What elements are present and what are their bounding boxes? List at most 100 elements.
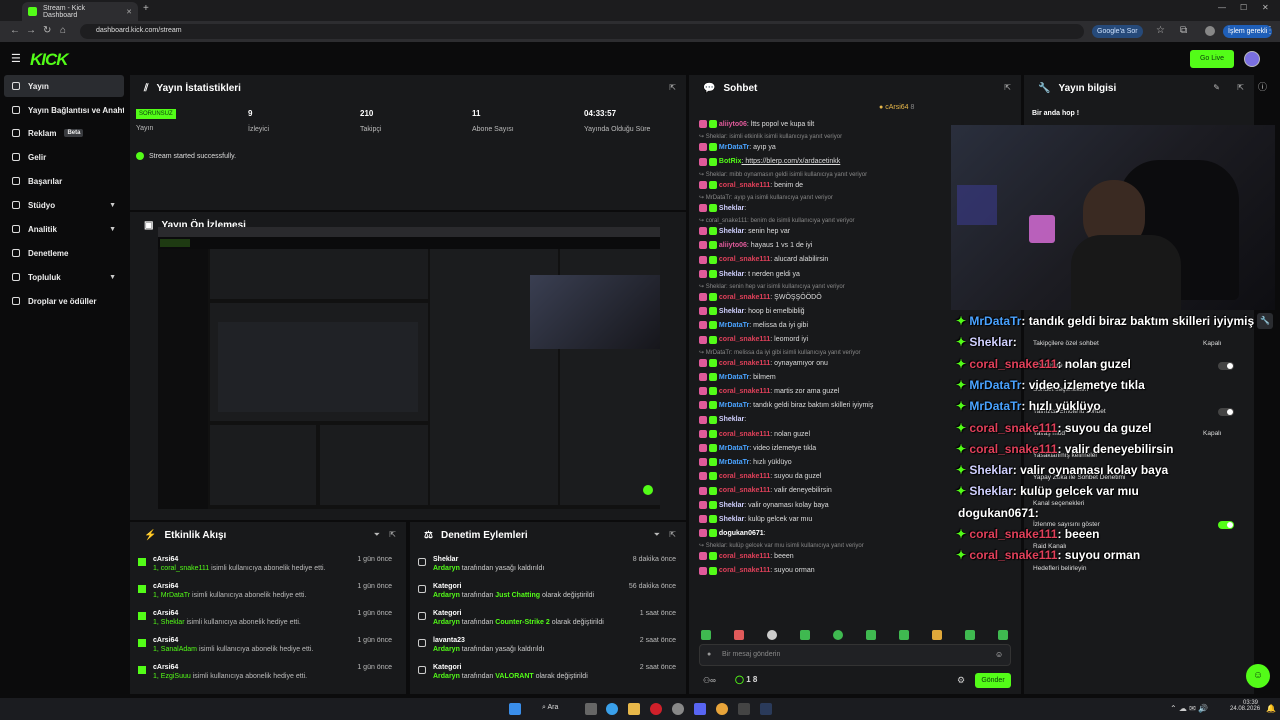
sidebar-item-revenue[interactable]: Gelir [4,146,124,168]
taskview-icon[interactable] [585,703,597,715]
chat-username[interactable]: coral_snake111 [719,388,770,395]
go-live-button[interactable]: Go Live [1190,50,1234,68]
emote-only-toggle[interactable] [1218,408,1234,416]
wrench-tool-icon[interactable]: 🔧 [1257,313,1273,329]
chat-username[interactable]: dogukan0671 [719,530,764,537]
new-tab-icon[interactable]: + [143,3,149,14]
chat-username[interactable]: coral_snake111 [719,336,770,343]
folder-icon[interactable] [628,703,640,715]
emote-icon[interactable] [965,630,975,640]
chat-username[interactable]: aliiyto06 [719,121,747,128]
emote-icon[interactable] [932,630,942,640]
popout-icon[interactable]: ⇱ [1004,83,1011,92]
reload-icon[interactable]: ↻ [43,25,51,37]
chat-username[interactable]: coral_snake111 [719,256,770,263]
extensions-icon[interactable]: ⧉ [1180,25,1187,37]
chat-username[interactable]: MrDataTr [719,445,749,452]
clock[interactable]: 03:39 24.08.2026 [1230,700,1260,712]
filter-icon[interactable]: ⏷ [374,530,380,540]
discord-icon[interactable] [694,703,706,715]
chat-username[interactable]: Sheklar [719,516,744,523]
setting-value[interactable]: Kapalı [1203,340,1221,347]
close-tab-icon[interactable]: ✕ [126,8,132,16]
sidebar-item-drops[interactable]: Droplar ve ödüller [4,290,124,312]
chat-username[interactable]: MrDataTr [719,402,749,409]
chat-username[interactable]: coral_snake111 [719,567,770,574]
avatar[interactable] [1244,51,1260,67]
popout-icon[interactable]: ⇱ [669,530,676,539]
sidebar-item-ads[interactable]: Reklam Beta [4,122,124,144]
chat-username[interactable]: Sheklar [719,228,744,235]
chat-username[interactable]: coral_snake111 [719,431,770,438]
steam-icon[interactable] [760,703,772,715]
chat-username[interactable]: Sheklar [719,502,744,509]
maximize-icon[interactable]: ☐ [1240,3,1247,12]
chat-username[interactable]: Sheklar [719,271,744,278]
minimize-icon[interactable]: — [1218,3,1226,12]
sidebar-item-moderation[interactable]: Denetleme [4,242,124,264]
sidebar-item-community[interactable]: Topluluk ▼ [4,266,124,288]
ask-google-button[interactable]: Google'a Sor [1092,25,1143,38]
chat-username[interactable]: coral_snake111 [719,553,770,560]
emoji-picker-icon[interactable]: ● [707,651,711,658]
chat-username[interactable]: MrDataTr [719,374,749,381]
chat-username[interactable]: MrDataTr [719,459,749,466]
sidebar-item-stream[interactable]: Yayın [4,75,124,97]
chat-username[interactable]: aliiyto06 [719,242,747,249]
chat-username[interactable]: MrDataTr [719,144,749,151]
sidebar-item-analytics[interactable]: Analitik ▼ [4,218,124,240]
emote-icon[interactable] [833,630,843,640]
emote-icon[interactable] [899,630,909,640]
emote-icon[interactable] [866,630,876,640]
hamburger-menu-icon[interactable]: ☰ [11,52,21,65]
send-button[interactable]: Gönder [975,673,1011,688]
chat-username[interactable]: coral_snake111 [719,294,770,301]
chat-username[interactable]: coral_snake111 [719,487,770,494]
popout-icon[interactable]: ⇱ [1237,83,1244,92]
sidebar-item-achievements[interactable]: Başarılar [4,170,124,192]
help-chat-icon[interactable]: ☺ [1246,664,1270,688]
info-circle-icon[interactable]: ⓘ [1258,80,1267,93]
chat-username[interactable]: Sheklar [719,205,744,212]
menu-dots-icon[interactable]: ⋮ [1265,25,1275,37]
notification-icon[interactable]: 🔔 [1266,704,1276,713]
chat-username[interactable]: BotRix [719,158,742,165]
home-icon[interactable]: ⌂ [60,25,66,37]
chat-settings-gear-icon[interactable]: ⚙ [957,675,965,686]
popout-icon[interactable]: ⇱ [389,530,396,539]
taskbar-search[interactable]: ⌕ Ara [542,704,558,712]
users-list-icon[interactable]: ⚇∞ [703,676,716,685]
emote-icon[interactable] [998,630,1008,640]
browser-tab[interactable]: Stream - Kick Dashboard ✕ [22,2,138,21]
forward-icon[interactable]: → [26,25,36,37]
app-icon[interactable] [738,703,750,715]
smiley-icon[interactable]: ☺ [995,650,1003,659]
emote-icon[interactable] [800,630,810,640]
url-field[interactable]: dashboard.kick.com/stream [80,24,1084,39]
filter-icon[interactable]: ⏷ [654,530,660,540]
chat-username[interactable]: Sheklar [719,308,744,315]
edge-icon[interactable] [606,703,618,715]
emote-icon[interactable] [767,630,777,640]
obs-icon[interactable] [672,703,684,715]
windows-start-icon[interactable] [509,703,521,715]
edit-pencil-icon[interactable]: ✎ [1213,83,1220,92]
popout-icon[interactable]: ⇱ [669,83,676,92]
emote-icon[interactable] [701,630,711,640]
tray-icons[interactable]: ⌃ ☁ ✉ 🔊 [1170,704,1208,713]
chat-username[interactable]: coral_snake111 [719,473,770,480]
back-icon[interactable]: ← [10,25,20,37]
opera-icon[interactable] [650,703,662,715]
chrome-icon[interactable] [716,703,728,715]
profile-icon[interactable] [1205,26,1215,36]
show-viewcount-toggle[interactable] [1218,521,1234,529]
sidebar-item-studio[interactable]: Stüdyo ▼ [4,194,124,216]
chat-input[interactable]: Bir mesaj gönderin [699,644,1011,666]
setting-value[interactable]: Kapalı [1203,430,1221,437]
chat-username[interactable]: MrDataTr [719,322,749,329]
kick-logo[interactable]: KICK [30,50,69,70]
chat-username[interactable]: Sheklar [719,416,744,423]
bookmark-star-icon[interactable]: ☆ [1156,25,1165,37]
window-close-icon[interactable]: ✕ [1262,3,1269,12]
emote-icon[interactable] [734,630,744,640]
